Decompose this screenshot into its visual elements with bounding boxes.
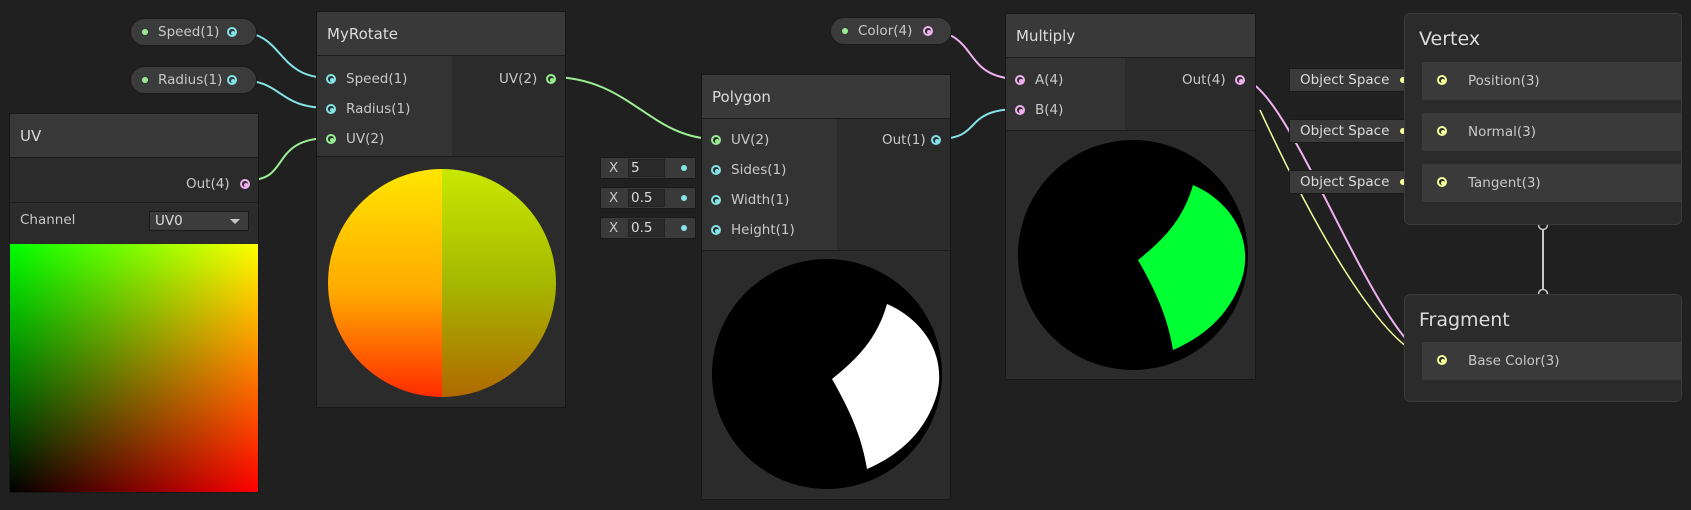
channel-dropdown-value: UV0 bbox=[155, 213, 183, 229]
property-color[interactable]: Color(4) bbox=[830, 17, 952, 45]
position-space-label: Object Space bbox=[1300, 72, 1390, 88]
myrotate-out-label: UV(2) bbox=[499, 71, 538, 87]
polygon-in-sides-label: Sides(1) bbox=[731, 162, 787, 178]
fragment-base-color-label: Base Color(3) bbox=[1468, 353, 1560, 369]
channel-dropdown[interactable]: UV0 bbox=[149, 211, 249, 231]
height-value-input[interactable]: 0.5 bbox=[628, 219, 665, 237]
position-space-field[interactable]: Object Space bbox=[1289, 68, 1417, 92]
uv-node-divider bbox=[10, 202, 258, 203]
myrotate-divider bbox=[317, 156, 565, 157]
preview-left-half bbox=[328, 169, 442, 397]
multiply-node-title[interactable]: Multiply bbox=[1006, 14, 1255, 58]
wire-myrotate-to-polygon bbox=[550, 76, 717, 140]
sides-axis-label: X bbox=[609, 160, 619, 176]
width-value-input[interactable]: 0.5 bbox=[628, 189, 665, 207]
myrotate-preview bbox=[328, 169, 556, 397]
width-inline-field[interactable]: X 0.5 bbox=[600, 187, 696, 209]
vertex-position-label: Position(3) bbox=[1468, 73, 1540, 89]
height-inline-field[interactable]: X 0.5 bbox=[600, 217, 696, 239]
height-inline-port[interactable] bbox=[681, 225, 687, 231]
multiply-in-a-label: A(4) bbox=[1035, 72, 1064, 88]
myrotate-in-speed-label: Speed(1) bbox=[346, 71, 408, 87]
tangent-space-label: Object Space bbox=[1300, 174, 1390, 190]
height-axis-label: X bbox=[609, 220, 619, 236]
uv-preview-gradient-red bbox=[10, 244, 258, 492]
polygon-in-height-label: Height(1) bbox=[731, 222, 795, 238]
sides-inline-field[interactable]: X 5 bbox=[600, 157, 696, 179]
chevron-down-icon bbox=[230, 219, 240, 224]
polygon-in-width-label: Width(1) bbox=[731, 192, 790, 208]
myrotate-in-radius-port[interactable] bbox=[326, 104, 336, 114]
multiply-divider bbox=[1006, 130, 1255, 131]
myrotate-in-uv-label: UV(2) bbox=[346, 131, 385, 147]
property-radius-out-port[interactable] bbox=[227, 75, 237, 85]
multiply-inputs-panel bbox=[1006, 58, 1125, 130]
polygon-out-port[interactable] bbox=[931, 135, 941, 145]
polygon-in-uv-port[interactable] bbox=[711, 135, 721, 145]
preview-right-half bbox=[442, 169, 556, 397]
vertex-block[interactable]: Vertex Position(3) Normal(3) Tangent(3) bbox=[1404, 13, 1682, 225]
uv-node[interactable]: UV Out(4) Channel UV0 bbox=[9, 113, 259, 493]
uv-out-port[interactable] bbox=[240, 179, 250, 189]
property-dot bbox=[142, 77, 148, 83]
uv-node-title[interactable]: UV bbox=[10, 114, 258, 158]
vertex-tangent-port[interactable] bbox=[1437, 177, 1447, 187]
vertex-normal-row[interactable]: Normal(3) bbox=[1422, 113, 1681, 151]
width-axis-label: X bbox=[609, 190, 619, 206]
polygon-preview bbox=[712, 259, 942, 489]
polygon-in-width-port[interactable] bbox=[711, 195, 721, 205]
vertex-position-row[interactable]: Position(3) bbox=[1422, 62, 1681, 100]
normal-space-field[interactable]: Object Space bbox=[1289, 119, 1417, 143]
myrotate-node-title[interactable]: MyRotate bbox=[317, 12, 565, 56]
multiply-out-label: Out(4) bbox=[1182, 72, 1226, 88]
fragment-title: Fragment bbox=[1419, 309, 1510, 331]
polygon-node[interactable]: Polygon UV(2) Sides(1) Width(1) Height(1… bbox=[701, 74, 951, 500]
vertex-title: Vertex bbox=[1419, 28, 1481, 50]
channel-label: Channel bbox=[20, 212, 76, 228]
tangent-space-field[interactable]: Object Space bbox=[1289, 170, 1417, 194]
property-speed[interactable]: Speed(1) bbox=[130, 18, 257, 46]
property-radius[interactable]: Radius(1) bbox=[130, 66, 257, 94]
normal-space-label: Object Space bbox=[1300, 123, 1390, 139]
property-dot bbox=[842, 28, 848, 34]
property-dot bbox=[142, 29, 148, 35]
myrotate-out-port[interactable] bbox=[546, 74, 556, 84]
property-speed-out-port[interactable] bbox=[227, 27, 237, 37]
fragment-base-color-port[interactable] bbox=[1437, 355, 1447, 365]
polygon-node-title[interactable]: Polygon bbox=[702, 75, 950, 119]
polygon-in-sides-port[interactable] bbox=[711, 165, 721, 175]
vertex-tangent-row[interactable]: Tangent(3) bbox=[1422, 164, 1681, 202]
sides-inline-port[interactable] bbox=[681, 165, 687, 171]
myrotate-in-uv-port[interactable] bbox=[326, 134, 336, 144]
property-color-label: Color(4) bbox=[858, 23, 913, 39]
uv-out-label: Out(4) bbox=[186, 176, 230, 192]
sides-value-input[interactable]: 5 bbox=[628, 159, 665, 177]
polygon-in-height-port[interactable] bbox=[711, 225, 721, 235]
myrotate-in-speed-port[interactable] bbox=[326, 74, 336, 84]
fragment-base-color-row[interactable]: Base Color(3) bbox=[1422, 342, 1681, 380]
vertex-normal-port[interactable] bbox=[1437, 126, 1447, 136]
property-speed-label: Speed(1) bbox=[158, 24, 220, 40]
multiply-out-port[interactable] bbox=[1235, 75, 1245, 85]
property-color-out-port[interactable] bbox=[923, 26, 933, 36]
myrotate-in-radius-label: Radius(1) bbox=[346, 101, 411, 117]
vertex-tangent-label: Tangent(3) bbox=[1468, 175, 1541, 191]
multiply-in-a-port[interactable] bbox=[1015, 75, 1025, 85]
multiply-node[interactable]: Multiply A(4) B(4) Out(4) bbox=[1005, 13, 1256, 380]
vertex-position-port[interactable] bbox=[1437, 75, 1447, 85]
polygon-in-uv-label: UV(2) bbox=[731, 132, 770, 148]
vertex-normal-label: Normal(3) bbox=[1468, 124, 1536, 140]
width-inline-port[interactable] bbox=[681, 195, 687, 201]
multiply-in-b-label: B(4) bbox=[1035, 102, 1064, 118]
multiply-preview bbox=[1018, 140, 1248, 370]
polygon-divider bbox=[702, 250, 950, 251]
fragment-block[interactable]: Fragment Base Color(3) bbox=[1404, 294, 1682, 402]
myrotate-node[interactable]: MyRotate Speed(1) Radius(1) UV(2) UV(2) bbox=[316, 11, 566, 408]
uv-preview bbox=[10, 244, 258, 492]
property-radius-label: Radius(1) bbox=[158, 72, 223, 88]
polygon-out-label: Out(1) bbox=[882, 132, 926, 148]
multiply-in-b-port[interactable] bbox=[1015, 105, 1025, 115]
